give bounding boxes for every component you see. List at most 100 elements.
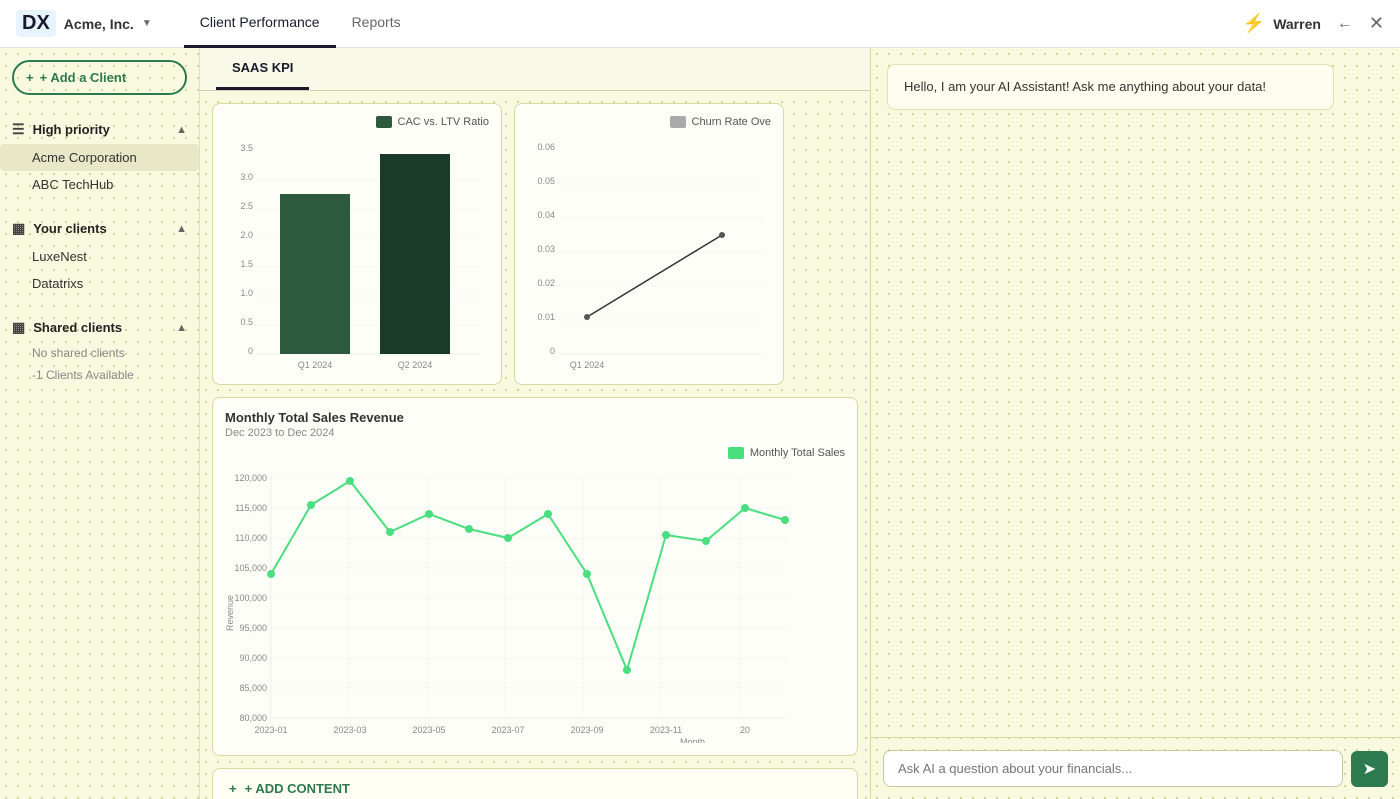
chevron-down-icon[interactable]: ▼	[142, 18, 152, 29]
svg-text:3.5: 3.5	[240, 143, 253, 153]
cac-ltv-svg: 0 0.5 1.0 1.5 2.0 2.5 3.0 3.5	[225, 132, 485, 372]
logo-icon: DX	[16, 10, 56, 37]
shared-clients-section: ▦ Shared clients ▲ No shared clients -1 …	[0, 305, 199, 394]
close-icon[interactable]: ✕	[1369, 13, 1384, 34]
svg-text:0.06: 0.06	[537, 142, 555, 152]
svg-text:0.04: 0.04	[537, 210, 555, 220]
sidebar-item-datatrixs[interactable]: Datatrixs	[0, 270, 199, 297]
high-priority-title: ☰ High priority	[12, 121, 110, 138]
add-client-label: + Add a Client	[40, 70, 127, 85]
svg-text:115,000: 115,000	[235, 503, 267, 513]
svg-text:120,000: 120,000	[234, 473, 267, 483]
q1-bar	[280, 194, 350, 354]
monthly-point	[702, 537, 710, 545]
ai-assistant-header: ⚡ Warren	[1243, 13, 1321, 34]
shared-clients-title: ▦ Shared clients	[12, 319, 122, 336]
churn-point-1	[584, 314, 590, 320]
add-content-label: + ADD CONTENT	[245, 781, 350, 796]
svg-text:3.0: 3.0	[240, 172, 253, 182]
monthly-point	[781, 516, 789, 524]
monthly-legend: Monthly Total Sales	[225, 447, 845, 459]
content-tabs: SAAS KPI	[200, 48, 870, 91]
content-area: SAAS KPI CAC vs. LTV Ratio 0 0.5 1.0 1	[200, 48, 870, 799]
monthly-point	[583, 570, 591, 578]
svg-text:85,000: 85,000	[239, 683, 267, 693]
svg-text:105,000: 105,000	[234, 563, 267, 573]
warren-label: Warren	[1273, 16, 1321, 32]
churn-legend: Churn Rate Ove	[527, 116, 771, 128]
add-content-icon: +	[229, 781, 237, 796]
monthly-point	[346, 477, 354, 485]
your-clients-header[interactable]: ▦ Your clients ▲	[0, 214, 199, 243]
q2-bar	[380, 154, 450, 354]
ai-messages: Hello, I am your AI Assistant! Ask me an…	[871, 48, 1400, 737]
churn-rate-chart-card: Churn Rate Ove 0 0.01 0.02 0.03 0.04 0.0…	[514, 103, 784, 385]
svg-text:110,000: 110,000	[235, 533, 267, 543]
clients-available-text: -1 Clients Available	[0, 364, 199, 386]
monthly-revenue-chart-card: Monthly Total Sales Revenue Dec 2023 to …	[212, 397, 858, 756]
add-content-bar[interactable]: + + ADD CONTENT	[212, 768, 858, 799]
churn-legend-box	[670, 116, 686, 128]
svg-text:0.03: 0.03	[537, 244, 555, 254]
high-priority-header[interactable]: ☰ High priority ▲	[0, 115, 199, 144]
nav-back-arrow[interactable]: ←	[1337, 15, 1353, 33]
monthly-point	[623, 666, 631, 674]
svg-text:2023-01: 2023-01	[254, 725, 287, 735]
svg-text:0: 0	[248, 346, 253, 356]
monthly-line	[271, 481, 785, 670]
svg-text:0.05: 0.05	[537, 176, 555, 186]
ai-greeting-bubble: Hello, I am your AI Assistant! Ask me an…	[887, 64, 1334, 110]
tab-saas-kpi[interactable]: SAAS KPI	[216, 48, 309, 90]
nav-right: ⚡ Warren ← ✕	[1243, 13, 1384, 34]
monthly-revenue-title: Monthly Total Sales Revenue	[225, 410, 845, 425]
shared-clients-icon: ▦	[12, 319, 25, 336]
svg-text:0.5: 0.5	[240, 317, 253, 327]
svg-text:2023-07: 2023-07	[491, 725, 524, 735]
your-clients-title: ▦ Your clients	[12, 220, 107, 237]
collapse-icon: ▲	[176, 124, 187, 136]
add-client-button[interactable]: + + Add a Client	[12, 60, 187, 95]
high-priority-icon: ☰	[12, 121, 25, 138]
main-layout: + + Add a Client ☰ High priority ▲ Acme …	[0, 48, 1400, 799]
svg-text:95,000: 95,000	[239, 623, 267, 633]
ai-input-field[interactable]	[883, 750, 1343, 787]
monthly-point	[465, 525, 473, 533]
monthly-point	[662, 531, 670, 539]
monthly-revenue-svg: Revenue 80,000 85,000 90,000 95,000 100,…	[225, 463, 795, 743]
svg-text:0.02: 0.02	[537, 278, 555, 288]
cac-ltv-legend-box	[376, 116, 392, 128]
bolt-icon: ⚡	[1243, 13, 1265, 34]
charts-container: CAC vs. LTV Ratio 0 0.5 1.0 1.5 2.0 2.5 …	[200, 91, 870, 799]
collapse-icon-clients: ▲	[176, 223, 187, 235]
cac-ltv-chart-card: CAC vs. LTV Ratio 0 0.5 1.0 1.5 2.0 2.5 …	[212, 103, 502, 385]
collapse-icon-shared: ▲	[176, 322, 187, 334]
cac-ltv-legend-label: CAC vs. LTV Ratio	[398, 116, 490, 128]
ai-send-button[interactable]: ➤	[1351, 751, 1388, 787]
monthly-legend-box	[728, 447, 744, 459]
sidebar-item-luxenest[interactable]: LuxeNest	[0, 243, 199, 270]
sidebar-item-abc-techhub[interactable]: ABC TechHub	[0, 171, 199, 198]
svg-text:Q1 2024: Q1 2024	[298, 360, 333, 370]
shared-clients-header[interactable]: ▦ Shared clients ▲	[0, 313, 199, 342]
chart-row-1: CAC vs. LTV Ratio 0 0.5 1.0 1.5 2.0 2.5 …	[212, 103, 858, 385]
svg-text:2023-03: 2023-03	[333, 725, 366, 735]
ai-input-area: ➤	[871, 737, 1400, 799]
your-clients-section: ▦ Your clients ▲ LuxeNest Datatrixs	[0, 206, 199, 305]
churn-line	[587, 235, 722, 317]
nav-tabs: Client Performance Reports	[184, 0, 417, 48]
plus-icon: +	[26, 70, 34, 85]
monthly-point	[504, 534, 512, 542]
svg-text:2023-09: 2023-09	[570, 725, 603, 735]
no-shared-clients-text: No shared clients	[0, 342, 199, 364]
sidebar-item-acme-corporation[interactable]: Acme Corporation	[0, 144, 199, 171]
nav-tab-reports[interactable]: Reports	[336, 0, 417, 48]
logo-area: DX Acme, Inc. ▼	[16, 10, 152, 37]
svg-text:1.0: 1.0	[240, 288, 253, 298]
svg-text:2023-05: 2023-05	[412, 725, 445, 735]
churn-legend-label: Churn Rate Ove	[692, 116, 771, 128]
monthly-point	[544, 510, 552, 518]
svg-text:Q1 2024: Q1 2024	[570, 360, 605, 370]
svg-text:2.5: 2.5	[240, 201, 253, 211]
svg-text:2.0: 2.0	[240, 230, 253, 240]
nav-tab-client-performance[interactable]: Client Performance	[184, 0, 336, 48]
